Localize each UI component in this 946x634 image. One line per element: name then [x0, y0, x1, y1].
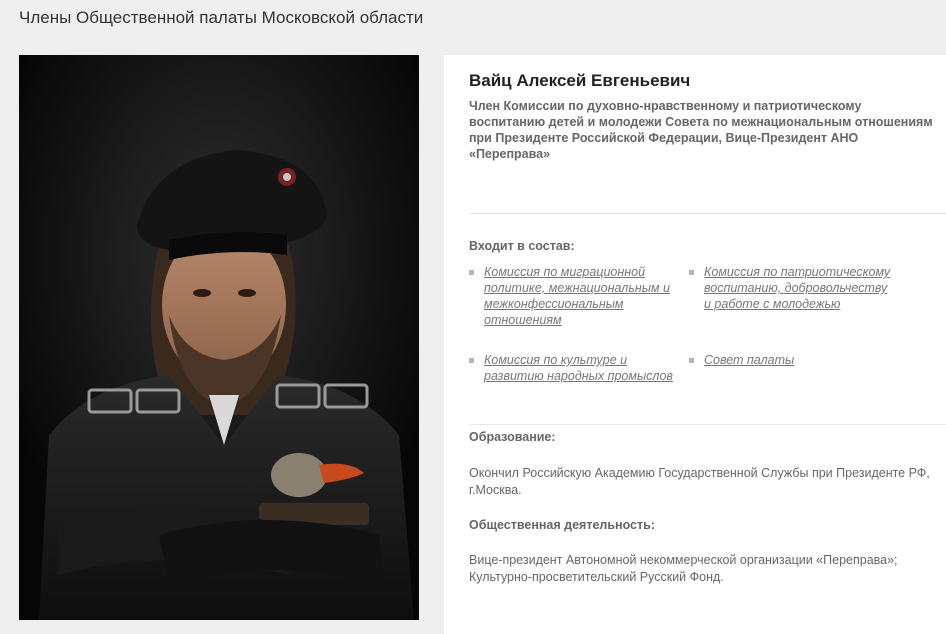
divider	[469, 213, 946, 214]
membership-link[interactable]: Комиссия по миграционной политике, межна…	[484, 264, 674, 328]
education-label: Образование:	[469, 430, 556, 444]
bullet-icon	[689, 270, 694, 275]
member-card: Вайц Алексей Евгеньевич Член Комиссии по…	[444, 55, 946, 634]
memberships-label: Входит в состав:	[469, 239, 575, 253]
activity-text: Вице-президент Автономной некоммерческой…	[469, 553, 898, 584]
membership-item[interactable]: Комиссия по миграционной политике, межна…	[469, 264, 674, 328]
portrait-illustration	[19, 55, 419, 620]
divider	[469, 424, 946, 425]
member-photo	[19, 55, 419, 620]
page-title: Члены Общественной палаты Московской обл…	[19, 8, 424, 27]
activity-label: Общественная деятельность:	[469, 518, 655, 532]
education-text: Окончил Российскую Академию Государствен…	[469, 466, 930, 497]
membership-link[interactable]: Комиссия по культуре и развитию народных…	[484, 352, 674, 384]
member-name: Вайц Алексей Евгеньевич	[469, 71, 691, 90]
membership-item[interactable]: Комиссия по патриотическому воспитанию, …	[689, 264, 894, 312]
member-position: Член Комиссии по духовно-нравственному и…	[469, 99, 933, 161]
membership-link[interactable]: Совет палаты	[704, 352, 894, 368]
bullet-icon	[469, 270, 474, 275]
membership-link[interactable]: Комиссия по патриотическому воспитанию, …	[704, 264, 894, 312]
bullet-icon	[689, 358, 694, 363]
membership-item[interactable]: Комиссия по культуре и развитию народных…	[469, 352, 674, 384]
bullet-icon	[469, 358, 474, 363]
membership-item[interactable]: Совет палаты	[689, 352, 894, 368]
